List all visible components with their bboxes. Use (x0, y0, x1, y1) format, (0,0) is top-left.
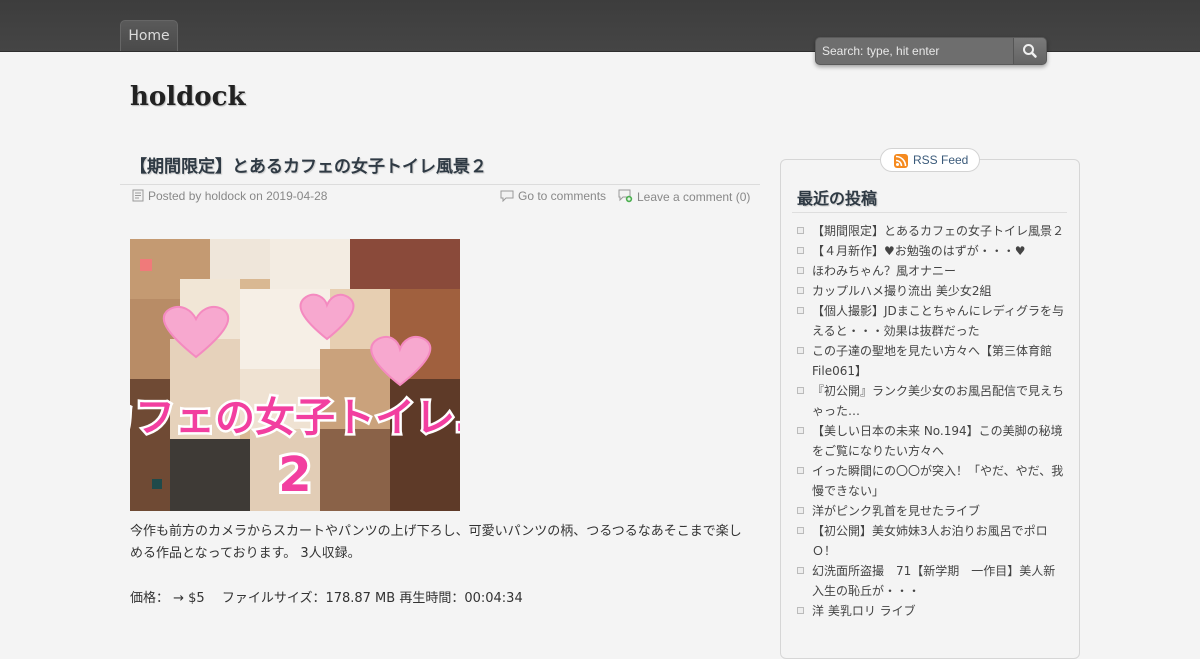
rss-icon (894, 154, 908, 168)
post-author-icon (132, 189, 144, 202)
recent-post-link[interactable]: ほわみちゃん？風オナニー (812, 264, 956, 278)
post-title[interactable]: 【期間限定】とあるカフェの女子トイレ風景２ (130, 152, 487, 177)
post-meta-divider (120, 184, 760, 185)
comments-icon (500, 190, 514, 203)
recent-posts-divider (792, 212, 1067, 213)
list-bullet-icon (797, 287, 804, 294)
recent-post-item: 【美しい日本の未来 No.194】この美脚の秘境をご覧になりたい方々へ (794, 421, 1064, 461)
list-bullet-icon (797, 607, 804, 614)
post-body: 今作も前方のカメラからスカートやパンツの上げ下ろし、可愛いパンツの柄、つるつるな… (130, 524, 742, 561)
recent-post-item: 洋 美乳ロリ ライブ (794, 601, 1064, 621)
post-thumbnail-graphic: カフェの女子トイレ… 2 (130, 239, 460, 511)
recent-post-link[interactable]: 【美しい日本の未来 No.194】この美脚の秘境をご覧になりたい方々へ (812, 424, 1063, 458)
recent-post-link[interactable]: 幻洗面所盗撮 71【新学期 一作目】美人新入生の恥丘が・・・ (812, 564, 1055, 598)
list-bullet-icon (797, 307, 804, 314)
recent-post-item: 幻洗面所盗撮 71【新学期 一作目】美人新入生の恥丘が・・・ (794, 561, 1064, 601)
recent-post-item: 【４月新作】♥お勉強のはずが・・・♥ (794, 241, 1064, 261)
recent-post-item: 『初公開』ランク美少女のお風呂配信で見えちゃった… (794, 381, 1064, 421)
post-thumbnail[interactable]: カフェの女子トイレ… 2 (130, 239, 460, 511)
recent-posts-list: 【期間限定】とあるカフェの女子トイレ風景２ 【４月新作】♥お勉強のはずが・・・♥ ほ… (794, 221, 1064, 621)
go-to-comments-label[interactable]: Go to comments (518, 189, 606, 203)
add-comment-icon (618, 189, 633, 203)
list-bullet-icon (797, 507, 804, 514)
rss-feed-link[interactable]: RSS Feed (880, 148, 980, 172)
recent-post-item: 【個人撮影】JDまことちゃんにレディグラを与えると・・・効果は抜群だった (794, 301, 1064, 341)
recent-post-item: ほわみちゃん？風オナニー (794, 261, 1064, 281)
list-bullet-icon (797, 247, 804, 254)
recent-post-link[interactable]: この子達の聖地を見たい方々へ【第三体育館File061】 (812, 344, 1052, 378)
site-title[interactable]: holdock (130, 82, 246, 112)
thumbnail-number: 2 (278, 447, 311, 503)
recent-post-link[interactable]: 洋 美乳ロリ ライブ (812, 604, 916, 618)
leave-comment-label[interactable]: Leave a comment (0) (637, 190, 750, 204)
list-bullet-icon (797, 567, 804, 574)
list-bullet-icon (797, 347, 804, 354)
post-price-info: 価格： → $5 ファイルサイズ：178.87 MB 再生時間：00:04:34 (130, 591, 523, 606)
recent-post-link[interactable]: 【４月新作】♥お勉強のはずが・・・♥ (812, 244, 1026, 258)
list-bullet-icon (797, 527, 804, 534)
recent-post-link[interactable]: カップルハメ撮り流出 美少女2組 (812, 284, 991, 298)
recent-post-link[interactable]: 『初公開』ランク美少女のお風呂配信で見えちゃった… (812, 384, 1064, 418)
search-input[interactable] (816, 38, 1014, 64)
list-bullet-icon (797, 387, 804, 394)
recent-post-item: 【初公開】美女姉妹3人お泊りお風呂でポロＯ！ (794, 521, 1064, 561)
list-bullet-icon (797, 267, 804, 274)
leave-comment-link[interactable]: Leave a comment (0) (618, 189, 750, 204)
thumbnail-caption: カフェの女子トイレ… (130, 395, 460, 441)
post-byline: Posted by holdock on 2019-04-28 (132, 189, 327, 203)
list-bullet-icon (797, 227, 804, 234)
go-to-comments-link[interactable]: Go to comments (500, 189, 606, 203)
recent-post-item: カップルハメ撮り流出 美少女2組 (794, 281, 1064, 301)
recent-post-item: この子達の聖地を見たい方々へ【第三体育館File061】 (794, 341, 1064, 381)
recent-post-link[interactable]: 【個人撮影】JDまことちゃんにレディグラを与えると・・・効果は抜群だった (812, 304, 1064, 338)
recent-post-link[interactable]: 【初公開】美女姉妹3人お泊りお風呂でポロＯ！ (812, 524, 1048, 558)
recent-post-link[interactable]: 【期間限定】とあるカフェの女子トイレ風景２ (812, 224, 1064, 238)
recent-post-link[interactable]: 洋がピンク乳首を見せたライブ (812, 504, 980, 518)
recent-post-link[interactable]: イった瞬間にの〇〇が突入！「やだ、やだ、我慢できない」 (812, 464, 1063, 498)
post-byline-text: Posted by holdock on 2019-04-28 (148, 189, 328, 203)
recent-post-item: 【期間限定】とあるカフェの女子トイレ風景２ (794, 221, 1064, 241)
list-bullet-icon (797, 467, 804, 474)
search-box (815, 37, 1047, 65)
recent-posts-title: 最近の投稿 (797, 189, 878, 208)
recent-post-item: 洋がピンク乳首を見せたライブ (794, 501, 1064, 521)
recent-post-item: イった瞬間にの〇〇が突入！「やだ、やだ、我慢できない」 (794, 461, 1064, 501)
search-icon (1023, 44, 1037, 58)
list-bullet-icon (797, 427, 804, 434)
search-button[interactable] (1013, 38, 1046, 64)
nav-home-tab[interactable]: Home (120, 20, 178, 51)
rss-feed-label[interactable]: RSS Feed (913, 149, 968, 171)
